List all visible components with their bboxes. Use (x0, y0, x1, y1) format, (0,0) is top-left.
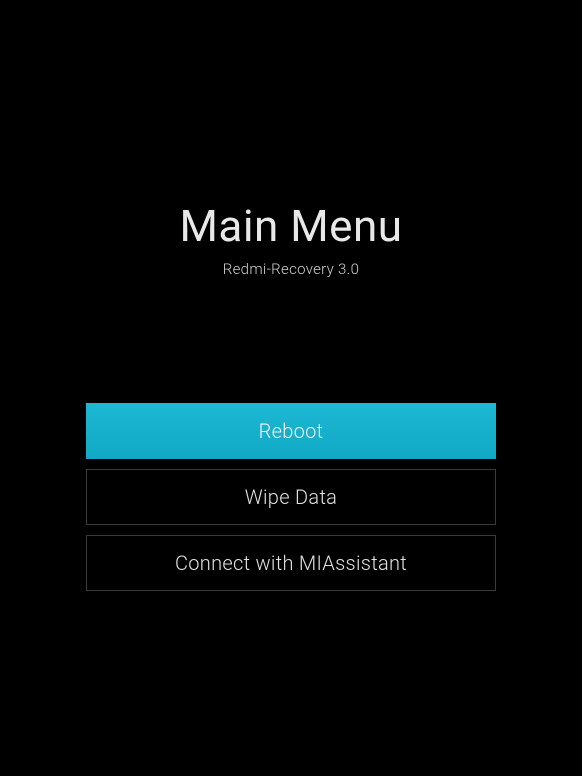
menu-item-connect-miassistant[interactable]: Connect with MIAssistant (86, 535, 496, 591)
main-menu: Reboot Wipe Data Connect with MIAssistan… (86, 403, 496, 591)
page-subtitle: Redmi-Recovery 3.0 (179, 260, 402, 278)
menu-item-label: Reboot (259, 419, 324, 443)
menu-item-label: Wipe Data (245, 485, 337, 509)
menu-item-reboot[interactable]: Reboot (86, 403, 496, 459)
page-title: Main Menu (179, 200, 402, 252)
header: Main Menu Redmi-Recovery 3.0 (179, 200, 402, 278)
menu-item-wipe-data[interactable]: Wipe Data (86, 469, 496, 525)
menu-item-label: Connect with MIAssistant (175, 551, 407, 575)
